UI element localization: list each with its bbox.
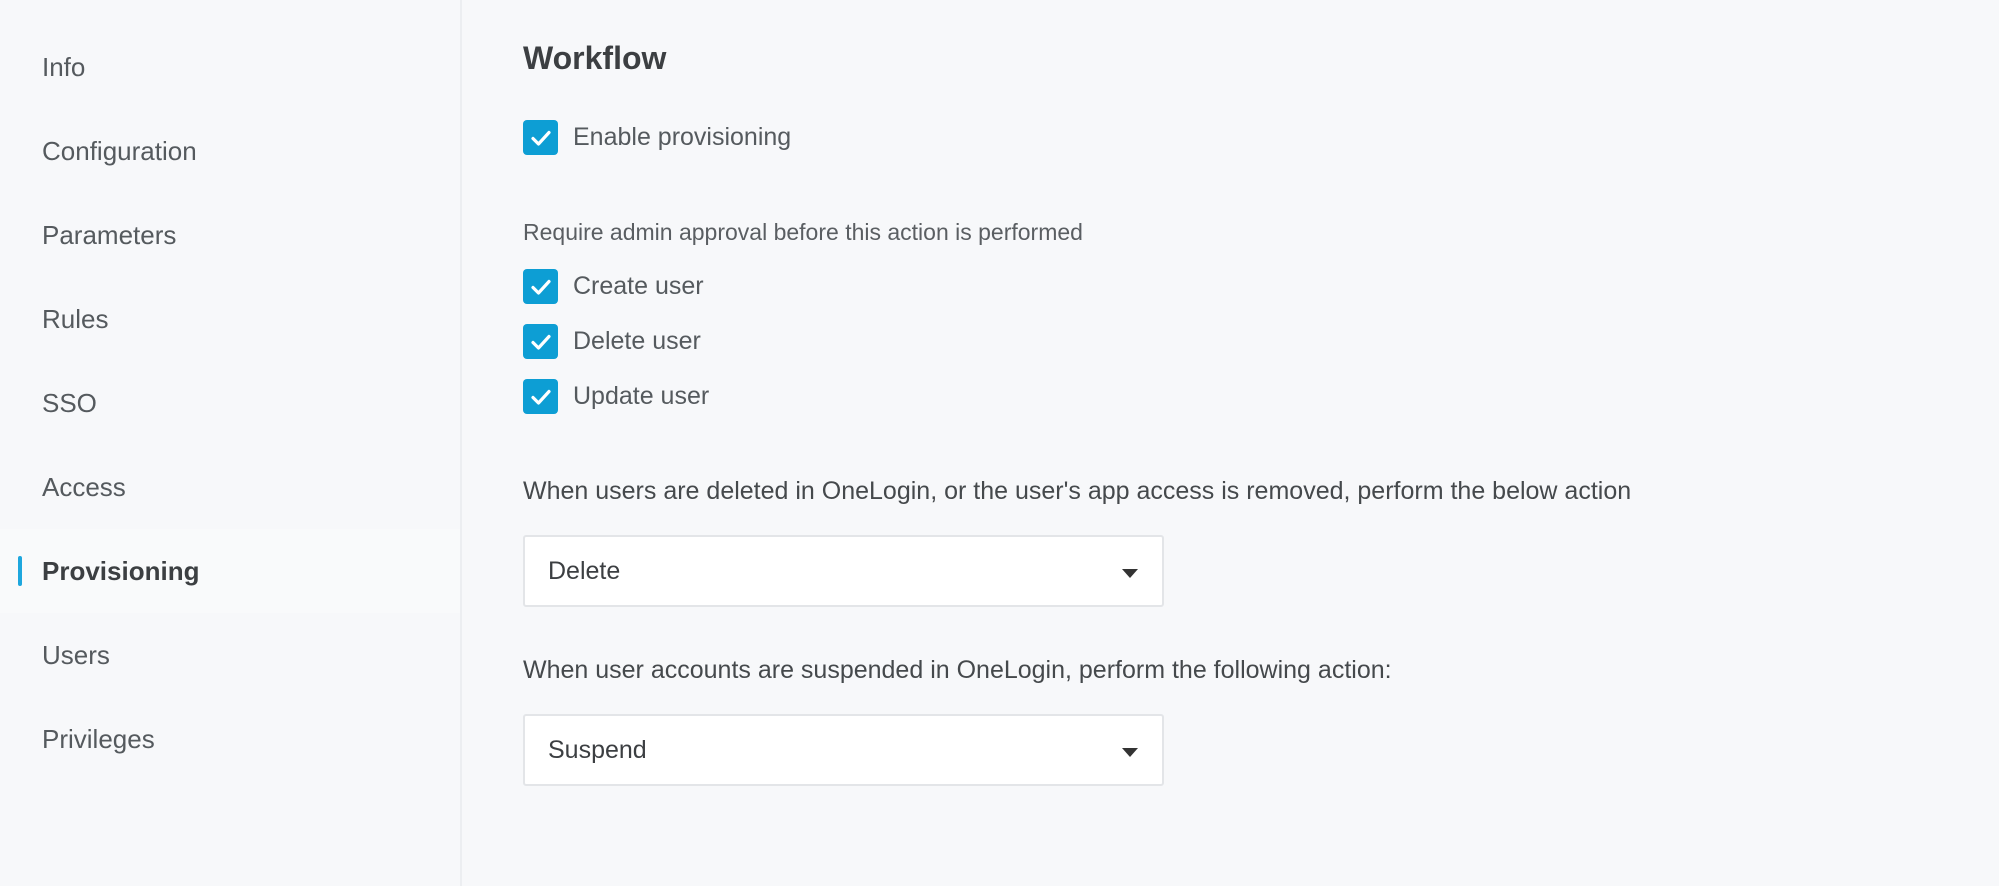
sidebar-item-label: Access [42, 471, 126, 502]
checkmark-icon [530, 334, 551, 350]
sidebar-item-configuration[interactable]: Configuration [0, 109, 460, 193]
sidebar-item-label: Privileges [42, 723, 155, 754]
delete-user-checkbox[interactable]: Delete user [523, 324, 701, 359]
sidebar-item-info[interactable]: Info [0, 25, 460, 109]
deleted-action-prompt: When users are deleted in OneLogin, or t… [523, 477, 1632, 505]
checkbox-label: Enable provisioning [573, 123, 792, 151]
sidebar-item-label: Users [42, 639, 110, 670]
main-content: Workflow Enable provisioning Require adm… [462, 0, 1999, 886]
checkbox-checked[interactable] [523, 324, 558, 359]
update-user-checkbox[interactable]: Update user [523, 379, 709, 414]
suspended-action-select[interactable]: Suspend [523, 714, 1164, 786]
sidebar-item-parameters[interactable]: Parameters [0, 193, 460, 277]
sidebar-item-label: Info [42, 51, 86, 82]
checkbox-checked[interactable] [523, 120, 558, 155]
deleted-action-select[interactable]: Delete [523, 535, 1164, 607]
sidebar-item-sso[interactable]: SSO [0, 361, 460, 445]
checkmark-icon [530, 389, 551, 405]
sidebar-item-access[interactable]: Access [0, 445, 460, 529]
enable-provisioning-checkbox[interactable]: Enable provisioning [523, 120, 791, 155]
sidebar-item-users[interactable]: Users [0, 613, 460, 697]
app: Info Configuration Parameters Rules SSO … [0, 0, 1999, 886]
checkmark-icon [530, 279, 551, 295]
sidebar-item-label: Parameters [42, 219, 177, 250]
sidebar-item-label: Rules [42, 303, 109, 334]
sidebar-item-provisioning[interactable]: Provisioning [0, 529, 460, 613]
checkbox-label: Create user [573, 272, 704, 300]
section-title: Workflow [523, 40, 667, 76]
create-user-checkbox[interactable]: Create user [523, 269, 704, 304]
suspended-action-prompt: When user accounts are suspended in OneL… [523, 656, 1392, 684]
sidebar-item-privileges[interactable]: Privileges [0, 697, 460, 781]
approval-help-text: Require admin approval before this actio… [523, 219, 1083, 245]
sidebar-item-label: Provisioning [42, 555, 200, 586]
sidebar-nav: Info Configuration Parameters Rules SSO … [0, 0, 462, 886]
checkbox-label: Update user [573, 382, 710, 410]
checkbox-label: Delete user [573, 327, 701, 355]
select-value: Delete [548, 556, 621, 585]
checkbox-checked[interactable] [523, 269, 558, 304]
sidebar-item-label: Configuration [42, 135, 197, 166]
caret-down-icon [1122, 748, 1138, 757]
active-indicator [18, 556, 22, 586]
caret-down-icon [1122, 569, 1138, 578]
sidebar-item-rules[interactable]: Rules [0, 277, 460, 361]
checkbox-checked[interactable] [523, 379, 558, 414]
sidebar-item-label: SSO [42, 387, 97, 418]
checkmark-icon [530, 130, 551, 146]
select-value: Suspend [548, 735, 647, 764]
